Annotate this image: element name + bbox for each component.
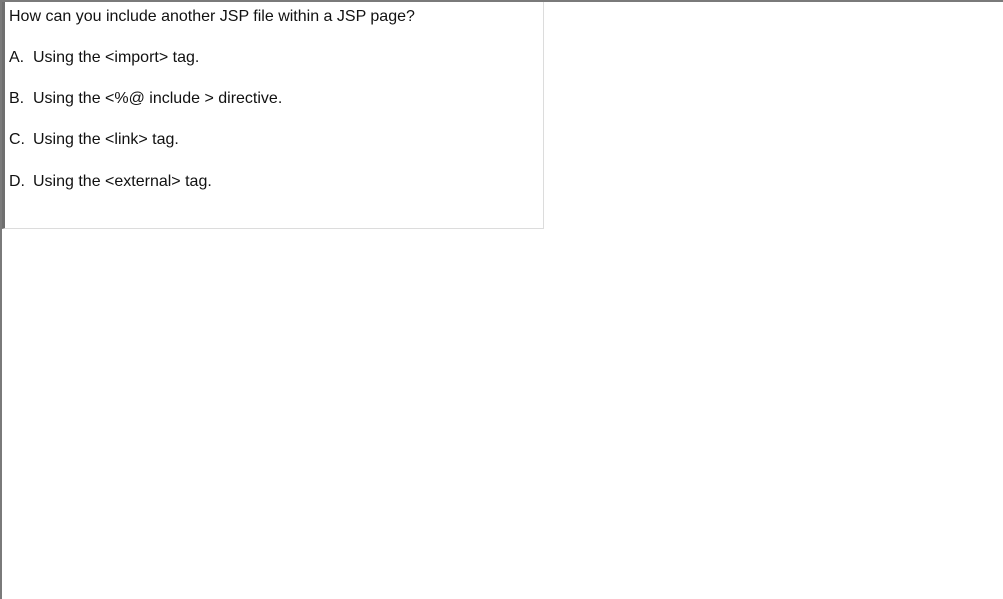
option-letter: C. bbox=[9, 131, 25, 148]
option-c[interactable]: C. Using the <link> tag. bbox=[9, 130, 179, 150]
option-b[interactable]: B. Using the <%@ include > directive. bbox=[9, 89, 282, 109]
option-label: Using the <import> tag. bbox=[33, 49, 200, 66]
question-text: How can you include another JSP file wit… bbox=[9, 8, 415, 25]
option-letter: D. bbox=[9, 173, 25, 190]
quiz-panel: How can you include another JSP file wit… bbox=[2, 2, 544, 229]
option-letter: B. bbox=[9, 90, 25, 107]
option-label: Using the <link> tag. bbox=[33, 131, 179, 148]
option-d[interactable]: D. Using the <external> tag. bbox=[9, 172, 212, 192]
option-a[interactable]: A. Using the <import> tag. bbox=[9, 48, 199, 68]
option-label: Using the <%@ include > directive. bbox=[33, 90, 283, 107]
option-letter: A. bbox=[9, 49, 25, 66]
option-label: Using the <external> tag. bbox=[33, 173, 212, 190]
